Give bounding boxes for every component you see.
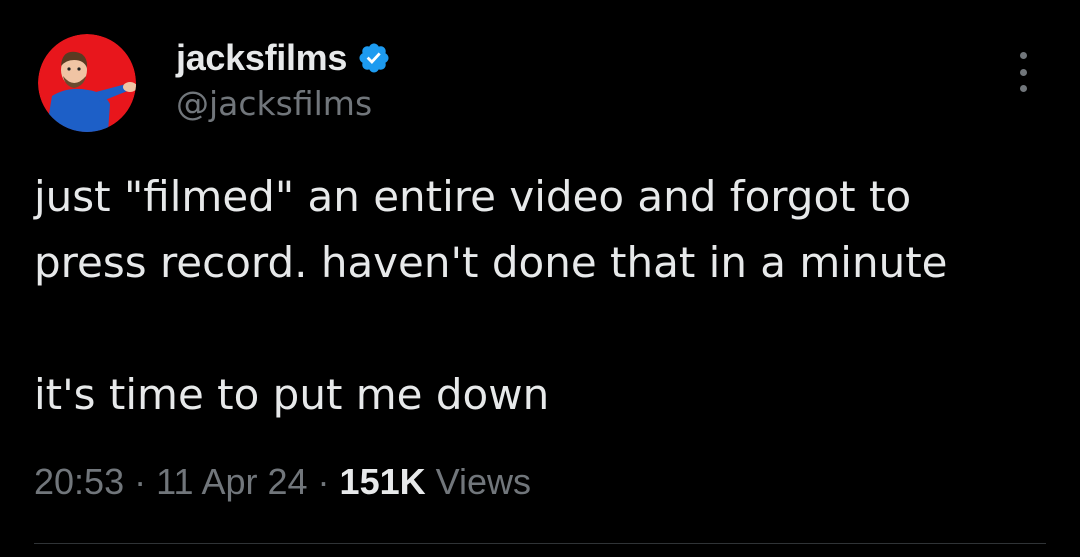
- avatar[interactable]: [38, 34, 136, 132]
- more-dot: [1019, 52, 1027, 59]
- verified-badge-icon[interactable]: [357, 41, 391, 75]
- tweet-text-line: press record. haven't done that in a min…: [34, 238, 948, 287]
- tweet-text-line: just "filmed" an entire video and forgot…: [34, 172, 912, 221]
- tweet-time[interactable]: 20:53: [34, 461, 124, 502]
- more-dot: [1019, 85, 1027, 92]
- author-name-row: jacksfilms: [176, 36, 391, 80]
- meta-separator: ·: [124, 461, 157, 502]
- tweet-text-line: [34, 296, 1044, 362]
- more-options-icon[interactable]: [1006, 52, 1040, 92]
- avatar-image: [38, 34, 136, 132]
- tweet: jacksfilms @jacksfilms just "filmed" an …: [0, 0, 1080, 557]
- more-dot: [1019, 68, 1027, 76]
- tweet-text: just "filmed" an entire video and forgot…: [34, 164, 1044, 428]
- tweet-meta: 20:53 · 11 Apr 24 · 151K Views: [34, 461, 531, 503]
- tweet-date[interactable]: 11 Apr 24: [156, 461, 307, 502]
- tweet-text-line: it's time to put me down: [34, 370, 550, 419]
- author-display-name[interactable]: jacksfilms: [176, 37, 347, 79]
- meta-separator: ·: [307, 461, 340, 502]
- views-count[interactable]: 151K: [340, 461, 426, 502]
- author-handle[interactable]: @jacksfilms: [176, 84, 372, 123]
- divider: [34, 543, 1046, 544]
- views-label: Views: [425, 461, 531, 502]
